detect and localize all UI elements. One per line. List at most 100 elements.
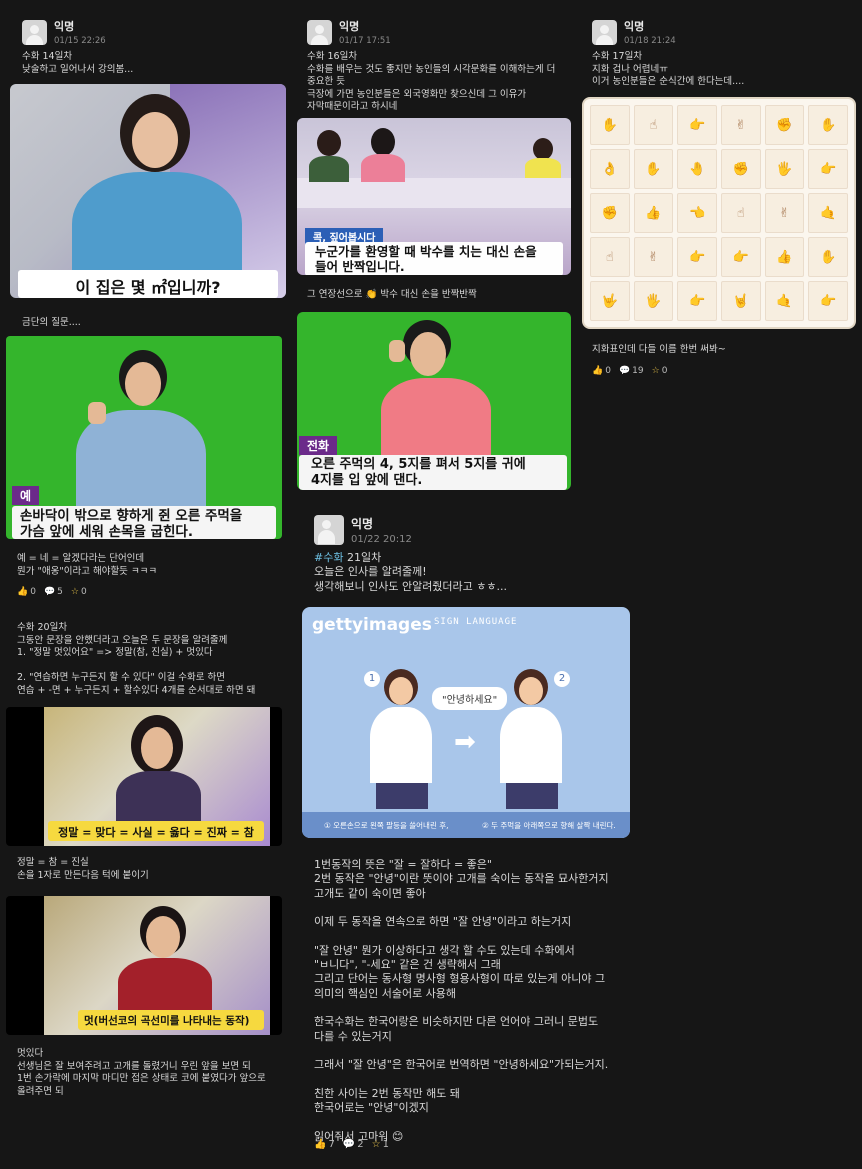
comment-icon: 💬 — [43, 587, 56, 597]
hand-sign-icon: 👍 — [633, 193, 674, 233]
watermark: gettyimages — [312, 615, 432, 635]
avatar — [22, 19, 47, 45]
post-1-text-3: 수화 20일차 그동안 문장을 안했더라고 오늘은 두 문장을 알려줄께 1. … — [17, 617, 285, 697]
comment-button[interactable]: 💬 2 — [343, 1139, 364, 1150]
thumb-icon: 👍 — [314, 1139, 327, 1150]
hand-sign-icon: 🤚 — [677, 149, 717, 189]
hand-sign-icon: 👉 — [808, 149, 848, 189]
caption-applause: 그 연장선으로 👏 박수 대신 손을 반짝반짝 — [307, 284, 577, 302]
author-name: 익명 — [54, 20, 75, 33]
post-text: 수화 17일차 지화 겁나 어렵네ㅠ 이거 농인분들은 순식간에 한다는데...… — [592, 51, 745, 88]
image-caption: 정말 = 맞다 = 사실 = 옳다 = 진짜 = 참 — [48, 821, 264, 841]
hand-sign-icon: 👉 — [808, 281, 848, 321]
lecture-image-5[interactable]: 콕, 짚어봅시다 누군가를 환영할 때 박수를 치는 대신 손을 들어 반짝입니… — [297, 118, 571, 275]
post-header: 익명 01/15 22:26 — [22, 18, 292, 46]
hand-sign-icon: 🤙 — [764, 281, 805, 321]
post-text: 수화 14일차 낮술하고 일어나서 강의봄... — [22, 51, 134, 75]
post-date: 01/22 20:12 — [351, 534, 412, 545]
reaction-bar: 👍 7 💬 2 ☆ 1 — [314, 1139, 389, 1150]
image-caption: 손바닥이 밖으로 향하게 쥔 오른 주먹을 가슴 앞에 세워 손목을 굽힌다. — [12, 506, 276, 539]
post-1[interactable]: 익명 01/15 22:26 수화 14일차 낮술하고 일어나서 강의봄... — [22, 18, 292, 76]
caption-finger-spelling: 지화표인데 다들 이름 한번 써봐~ — [592, 339, 852, 357]
post-1-text-4: 정말 = 참 = 진실 손을 1자로 만든다음 턱에 붙이기 — [17, 852, 285, 882]
post-text: 수화 16일차 수화를 배우는 것도 좋지만 농인들의 시각문화를 이해하는게 … — [307, 51, 556, 113]
lecture-image-1[interactable]: 이 집은 몇 ㎡입니까? — [10, 84, 286, 298]
sign-label: 예 — [12, 486, 40, 505]
hand-sign-icon: ✌ — [764, 193, 805, 233]
hand-sign-icon: 👈 — [677, 193, 717, 233]
lecture-image-3[interactable]: 정말 = 맞다 = 사실 = 옳다 = 진짜 = 참 — [6, 707, 282, 846]
hand-sign-icon: 👉 — [677, 105, 717, 145]
hand-sign-icon: 🤙 — [808, 193, 848, 233]
post-text-title: #수화 21일차 — [314, 551, 644, 565]
arrow-right-icon: ➡ — [454, 727, 476, 757]
hand-sign-icon: ✊ — [590, 193, 630, 233]
author-name: 익명 — [624, 20, 645, 33]
scrap-button[interactable]: ☆ 0 — [652, 366, 668, 376]
post-1-text-2: 예 = 네 = 알겠다라는 단어인데 뭔가 "애옹"이라고 해야할듯 ㅋㅋㅋ — [17, 548, 287, 578]
speech-bubble: "안녕하세요" — [432, 687, 508, 710]
post-text: 1번동작의 뜻은 "잘 = 잘하다 = 좋은" 2번 동작은 "안녕"이란 뜻이… — [314, 858, 609, 1143]
lecture-image-6[interactable]: 전화 오른 주먹의 4, 5지를 펴서 5지를 귀에 4지를 입 앞에 댄다. — [297, 312, 571, 490]
caption-text: 그 연장선으로 👏 박수 대신 손을 반짝반짝 — [307, 289, 477, 300]
finger-spelling-chart[interactable]: ✋ ☝ 👉 ✌ ✊ ✋ 👌 ✋ 🤚 ✊ 🖐 👉 ✊ 👍 👈 ☝ ✌ 🤙 ☝ ✌ … — [582, 97, 856, 329]
comment-button[interactable]: 💬 5 — [44, 587, 63, 597]
star-icon: ☆ — [651, 366, 660, 376]
hand-sign-icon: 🖐 — [633, 281, 674, 321]
star-icon: ☆ — [371, 1139, 381, 1150]
post-header: 익명 01/18 21:24 — [592, 18, 852, 46]
hand-sign-icon: 👌 — [590, 149, 630, 189]
like-button[interactable]: 👍 0 — [17, 587, 36, 597]
lecture-image-4[interactable]: 멋(버선코의 곡선미를 나타내는 동작) — [6, 896, 282, 1035]
hand-sign-icon: ✌ — [721, 105, 761, 145]
post-text: 정말 = 참 = 진실 손을 1자로 만든다음 턱에 붙이기 — [17, 857, 149, 881]
hand-sign-icon: 👉 — [677, 281, 717, 321]
hand-sign-icon: ✊ — [721, 149, 761, 189]
hand-sign-icon: ☝ — [590, 237, 630, 277]
post-4[interactable]: 익명 01/22 20:12 #수화 21일차 오늘은 인사를 알려줄께! 생각… — [314, 515, 644, 595]
post-date: 01/18 21:24 — [624, 36, 676, 46]
hand-sign-icon: ✋ — [633, 149, 674, 189]
hand-sign-icon: 🖐 — [764, 149, 805, 189]
image-caption: 멋(버선코의 곡선미를 나타내는 동작) — [78, 1010, 264, 1030]
post-4-body: 1번동작의 뜻은 "잘 = 잘하다 = 좋은" 2번 동작은 "안녕"이란 뜻이… — [314, 853, 644, 1144]
comment-button[interactable]: 💬 19 — [619, 366, 644, 376]
hand-sign-icon: ✌ — [633, 237, 674, 277]
caption-text: 지화표인데 다들 이름 한번 써봐~ — [592, 344, 726, 355]
post-2[interactable]: 익명 01/17 17:51 수화 16일차 수화를 배우는 것도 좋지만 농인… — [307, 18, 579, 114]
image-caption: 이 집은 몇 ㎡입니까? — [18, 270, 278, 298]
step-1-marker: 1 — [364, 671, 380, 687]
post-3[interactable]: 익명 01/18 21:24 수화 17일차 지화 겁나 어렵네ㅠ 이거 농인분… — [592, 18, 852, 89]
hand-sign-icon: 🤟 — [590, 281, 630, 321]
comment-icon: 💬 — [342, 1139, 356, 1150]
post-header: 익명 01/22 20:12 — [314, 515, 644, 545]
thumb-icon: 👍 — [17, 587, 29, 597]
caption-text: 금단의 질문.... — [22, 317, 81, 328]
step-2-marker: 2 — [554, 671, 570, 687]
hand-sign-icon: 👉 — [721, 237, 761, 277]
step-2-text: ② 두 주먹을 아래쪽으로 향해 살짝 내린다. — [482, 821, 616, 830]
post-header: 익명 01/17 17:51 — [307, 18, 579, 46]
sign-label: 전화 — [299, 436, 338, 455]
like-button[interactable]: 👍 7 — [314, 1139, 335, 1150]
scrap-button[interactable]: ☆ 1 — [372, 1139, 389, 1150]
avatar — [314, 515, 344, 545]
day-label: 21일차 — [343, 551, 382, 564]
like-button[interactable]: 👍 0 — [592, 366, 611, 376]
author-name: 익명 — [351, 517, 374, 531]
hand-sign-icon: ✋ — [808, 237, 848, 277]
star-icon: ☆ — [70, 587, 79, 597]
hand-sign-icon: ✋ — [590, 105, 630, 145]
lecture-image-2[interactable]: 예 손바닥이 밖으로 향하게 쥔 오른 주먹을 가슴 앞에 세워 손목을 굽힌다… — [6, 336, 282, 539]
post-text: 오늘은 인사를 알려줄께! 생각해보니 인사도 안알려줬더라고 ㅎㅎ... — [314, 565, 508, 594]
greeting-illustration[interactable]: gettyimages SIGN LANGUAGE 1 2 "안녕하세요" ➡ … — [302, 607, 630, 838]
post-text: 멋있다 선생님은 잘 보여주려고 고개를 돌렸거니 우린 앞을 보면 되 1번 … — [17, 1048, 266, 1097]
scrap-button[interactable]: ☆ 0 — [71, 587, 87, 597]
hashtag-link[interactable]: #수화 — [314, 551, 343, 564]
sign-language-title: SIGN LANGUAGE — [434, 617, 518, 627]
reaction-bar: 👍 0 💬 19 ☆ 0 — [592, 366, 667, 376]
hand-sign-icon: 🤘 — [721, 281, 761, 321]
hand-sign-icon: ☝ — [633, 105, 674, 145]
hand-sign-icon: 👉 — [677, 237, 717, 277]
post-text: 예 = 네 = 알겠다라는 단어인데 뭔가 "애옹"이라고 해야할듯 ㅋㅋㅋ — [17, 553, 158, 577]
